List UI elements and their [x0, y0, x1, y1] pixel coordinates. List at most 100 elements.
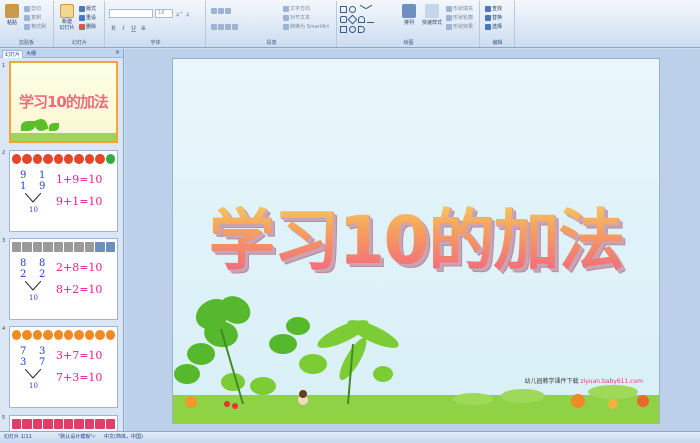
delete-icon [79, 23, 85, 30]
clipboard-group-label: 剪贴板 [18, 40, 34, 46]
new-slide-button[interactable]: 新建 幻灯片 [57, 4, 77, 31]
slide-thumbnail-5[interactable] [9, 415, 118, 431]
slide-thumbnail-3[interactable]: 8 2 8 2 10 2+8=10 8+2=10 [9, 238, 118, 320]
credit-label: 幼儿园教学课件下载 [524, 378, 579, 385]
clover-leaf-image [49, 123, 59, 131]
shape-outline-button[interactable]: 形状轮廓 [446, 14, 473, 22]
equation-line: 8+2=10 [56, 283, 103, 296]
rounded-rect-shape-icon[interactable] [340, 16, 347, 23]
callout-shape-icon[interactable] [340, 26, 347, 33]
font-group: 18 A+ A- B I U S 字体 [106, 1, 206, 47]
drawing-group-label: 绘图 [403, 40, 414, 46]
addend-top: 7 [20, 346, 27, 357]
smartart-icon [283, 23, 289, 30]
binoculars-icon [485, 5, 491, 12]
bullets-button[interactable] [211, 7, 232, 15]
addend-top: 1 [39, 170, 46, 181]
cut-button[interactable]: 剪切 [24, 5, 41, 13]
shape-fill-button[interactable]: 形状填充 [446, 5, 473, 13]
font-size-select[interactable]: 18 [155, 9, 173, 18]
item-row-image [12, 242, 116, 252]
addend-top: 9 [20, 170, 27, 181]
indent-icon [225, 7, 231, 14]
select-button[interactable]: 选择 [485, 23, 502, 31]
editing-group: 查找 替换 选择 编辑 [481, 1, 515, 47]
align-text-button[interactable]: 对齐文本 [283, 14, 310, 22]
close-panel-icon[interactable]: × [115, 49, 120, 56]
paragraph-group: 文字方向 对齐文本 转换为 SmartArt 段落 [207, 1, 337, 47]
slide-thumbnail-2[interactable]: 9 1 1 9 10 1+9=10 9+1=10 [9, 150, 118, 232]
align-buttons[interactable] [211, 23, 239, 31]
rectangle-shape-icon[interactable] [340, 6, 347, 13]
replace-button[interactable]: 替换 [485, 14, 502, 22]
clover-grass-illustration [173, 296, 659, 423]
sum-ten: 10 [29, 294, 38, 302]
line-shape-icon[interactable] [356, 4, 367, 15]
fill-icon [446, 5, 452, 12]
thumbnail-number: 5 [2, 415, 6, 421]
apple-row-image [12, 154, 116, 164]
strikethrough-button[interactable]: S [140, 25, 147, 32]
tab-slides[interactable]: 幻灯片 [2, 50, 24, 58]
scissors-icon [24, 5, 30, 12]
shrink-font-button[interactable]: A- [186, 9, 191, 19]
slide-thumbnail-1[interactable]: 学习10的加法 [9, 61, 118, 143]
paragraph-group-label: 段落 [266, 40, 277, 46]
addend-bottom: 2 [39, 269, 46, 280]
shape-effects-button[interactable]: 形状效果 [446, 23, 473, 31]
connector-shape-icon[interactable] [367, 16, 374, 23]
arrow-shape-icon[interactable] [365, 4, 376, 15]
ribbon: 粘贴 剪切 复制 格式刷 剪贴板 新建 幻灯片 版式 重设 删除 幻灯片 18 … [0, 0, 700, 48]
reset-icon [79, 14, 85, 21]
oval-shape-icon[interactable] [349, 6, 356, 13]
slide-credit-text: 幼儿园教学课件下载 ziyuan.baby611.com [524, 376, 643, 385]
shapes-gallery[interactable] [340, 4, 394, 36]
quick-styles-button[interactable]: 快速样式 [420, 4, 444, 26]
slide-thumbnail-panel: 幻灯片 大纲 × 1 学习10的加法 2 9 1 1 9 10 1+9=10 9… [0, 49, 124, 431]
reset-button[interactable]: 重设 [79, 14, 96, 22]
find-button[interactable]: 查找 [485, 5, 502, 13]
arc-shape-icon[interactable] [358, 16, 365, 23]
slide-counter: 幻灯片 1/11 [4, 434, 32, 440]
copy-button[interactable]: 复制 [24, 14, 41, 22]
diamond-shape-icon[interactable] [347, 14, 358, 25]
smiley-shape-icon[interactable] [349, 26, 356, 33]
copy-icon [24, 14, 30, 21]
star-row-image [12, 419, 116, 429]
grow-font-button[interactable]: A+ [176, 9, 183, 19]
equation-line: 7+3=10 [56, 371, 103, 384]
align-text-icon [283, 14, 289, 21]
arrange-button[interactable]: 排列 [400, 4, 418, 26]
text-direction-icon [283, 5, 289, 12]
layout-button[interactable]: 版式 [79, 5, 96, 13]
slide-title[interactable]: 学习10的加法 [173, 187, 659, 283]
equation-line: 3+7=10 [56, 349, 103, 362]
delete-slide-button[interactable]: 删除 [79, 23, 96, 31]
status-bar: 幻灯片 1/11 "默认设计模板" ✓ 中文(简体，中国) [0, 431, 700, 443]
convert-smartart-button[interactable]: 转换为 SmartArt [283, 23, 329, 31]
font-name-select[interactable] [109, 9, 153, 18]
underline-button[interactable]: U [130, 25, 137, 32]
spell-check-icon[interactable]: ✓ [92, 432, 96, 443]
tab-outline[interactable]: 大纲 [24, 50, 38, 58]
cursor-icon [485, 23, 491, 30]
text-direction-button[interactable]: 文字方向 [283, 5, 310, 13]
bold-button[interactable]: B [110, 25, 117, 32]
arrange-icon [402, 4, 416, 18]
paste-icon [5, 4, 19, 18]
current-slide[interactable]: 学习10的加法 幼儿园教学课件下载 ziyuan.baby611.com [172, 58, 660, 424]
language-indicator[interactable]: 中文(简体，中国) [104, 432, 143, 443]
addend-top: 3 [39, 346, 46, 357]
slide-thumbnail-4[interactable]: 7 3 3 7 10 3+7=10 7+3=10 [9, 326, 118, 408]
bullets-icon [211, 7, 217, 14]
layout-icon [79, 5, 85, 12]
theme-name[interactable]: "默认设计模板" [58, 432, 93, 443]
panel-tabs: 幻灯片 大纲 × [0, 49, 123, 58]
addend-bottom: 3 [20, 357, 27, 368]
sum-ten: 10 [29, 206, 38, 214]
paste-button[interactable]: 粘贴 [3, 4, 21, 26]
format-painter-button[interactable]: 格式刷 [24, 23, 46, 31]
italic-button[interactable]: I [120, 25, 127, 32]
equation-line: 2+8=10 [56, 261, 103, 274]
brace-shape-icon[interactable] [358, 26, 365, 33]
